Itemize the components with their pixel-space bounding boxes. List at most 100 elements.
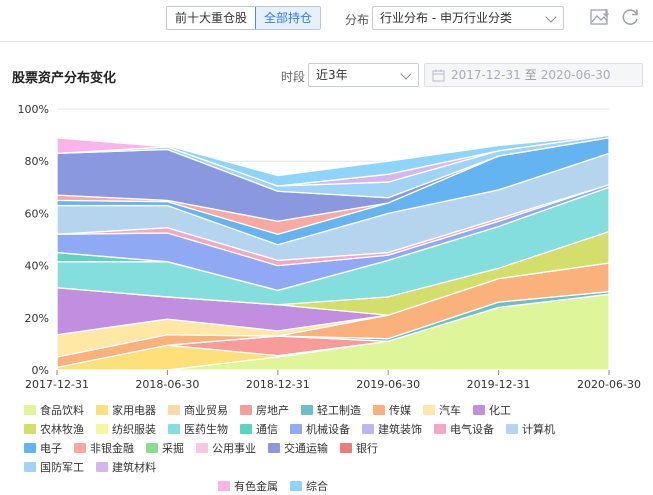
x-tick-label: 2020-06-30 <box>577 378 641 391</box>
legend-item[interactable]: 化工 <box>473 402 511 418</box>
legend-label: 建筑材料 <box>112 460 156 474</box>
legend-label: 轻工制造 <box>317 403 361 417</box>
x-tick-label: 2018-12-31 <box>246 378 310 391</box>
legend-swatch <box>290 423 302 434</box>
legend-item[interactable]: 交通运输 <box>268 440 328 456</box>
legend-label: 化工 <box>489 403 511 417</box>
legend-swatch <box>24 461 36 472</box>
date-start: 2017-12-31 <box>451 68 521 82</box>
legend-row: 农林牧渔 纺织服装 医药生物 通信 机械设备 建筑装饰 电气设备 计算机 <box>24 419 649 438</box>
legend-swatch <box>290 480 302 491</box>
legend-swatch <box>96 404 108 415</box>
period-label: 时段 <box>281 70 306 84</box>
legend-swatch <box>168 404 180 415</box>
legend-item[interactable]: 采掘 <box>146 440 184 456</box>
x-tick-label: 2019-12-31 <box>467 378 531 391</box>
legend-row: 电子 非银金融 采掘 公用事业 交通运输 银行 <box>24 438 649 457</box>
legend-swatch <box>196 442 208 453</box>
legend-swatch <box>96 461 108 472</box>
y-tick-label: 100% <box>18 103 49 116</box>
legend-item[interactable]: 汽车 <box>423 402 461 418</box>
period-select[interactable]: 近3年 <box>308 63 419 87</box>
legend-label: 建筑装饰 <box>378 422 422 436</box>
period-select-value: 近3年 <box>316 68 348 82</box>
legend-item[interactable]: 建筑装饰 <box>362 421 422 437</box>
image-download-icon[interactable] <box>589 6 611 28</box>
legend-label: 医药生物 <box>184 422 228 436</box>
legend-item[interactable]: 纺织服装 <box>96 421 156 437</box>
legend-item[interactable]: 轻工制造 <box>301 402 361 418</box>
legend-swatch <box>24 423 36 434</box>
legend-item[interactable]: 传媒 <box>373 402 411 418</box>
top-toolbar: 前十大重仓股 全部持仓 分布 行业分布 - 申万行业分类 <box>0 0 653 42</box>
legend-item[interactable]: 综合 <box>290 478 328 494</box>
refresh-icon[interactable] <box>619 6 641 28</box>
legend-item[interactable]: 机械设备 <box>290 421 350 437</box>
chart-legend: 食品饮料 家用电器 商业贸易 房地产 轻工制造 传媒 汽车 化工农林牧渔 纺织服装 医药生物 通信 机… <box>24 400 649 495</box>
y-tick-label: 0% <box>32 364 49 377</box>
x-tick-label: 2017-12-31 <box>25 378 89 391</box>
legend-row: 食品饮料 家用电器 商业贸易 房地产 轻工制造 传媒 汽车 化工 <box>24 400 649 419</box>
legend-label: 汽车 <box>439 403 461 417</box>
legend-item[interactable]: 商业贸易 <box>168 402 228 418</box>
legend-item[interactable]: 银行 <box>340 440 378 456</box>
date-range-picker[interactable]: 2017-12-31 至 2020-06-30 <box>424 63 643 87</box>
legend-label: 交通运输 <box>284 441 328 455</box>
legend-item[interactable]: 电子 <box>24 440 62 456</box>
legend-swatch <box>96 423 108 434</box>
distribution-select[interactable]: 行业分布 - 申万行业分类 <box>372 6 564 30</box>
legend-label: 综合 <box>306 479 328 493</box>
legend-label: 电子 <box>40 441 62 455</box>
legend-swatch <box>301 404 313 415</box>
legend-swatch <box>146 442 158 453</box>
legend-row: 有色金属 综合 <box>24 476 649 495</box>
legend-label: 通信 <box>256 422 278 436</box>
legend-item[interactable]: 建筑材料 <box>96 459 156 475</box>
legend-label: 非银金融 <box>90 441 134 455</box>
legend-swatch <box>434 423 446 434</box>
legend-swatch <box>240 423 252 434</box>
legend-swatch <box>168 423 180 434</box>
legend-item[interactable]: 非银金融 <box>74 440 134 456</box>
holding-scope-toggle: 前十大重仓股 全部持仓 <box>166 6 322 30</box>
legend-swatch <box>24 404 36 415</box>
y-tick-label: 80% <box>25 155 49 168</box>
legend-item[interactable]: 国防军工 <box>24 459 84 475</box>
legend-swatch <box>362 423 374 434</box>
legend-swatch <box>268 442 280 453</box>
y-tick-label: 20% <box>25 312 49 325</box>
legend-label: 食品饮料 <box>40 403 84 417</box>
legend-label: 采掘 <box>162 441 184 455</box>
legend-label: 纺织服装 <box>112 422 156 436</box>
legend-item[interactable]: 计算机 <box>506 421 555 437</box>
legend-label: 农林牧渔 <box>40 422 84 436</box>
section-title: 股票资产分布变化 <box>12 71 117 86</box>
legend-item[interactable]: 公用事业 <box>196 440 256 456</box>
chevron-down-icon <box>400 68 412 80</box>
legend-label: 电气设备 <box>450 422 494 436</box>
legend-label: 家用电器 <box>112 403 156 417</box>
legend-label: 银行 <box>356 441 378 455</box>
legend-swatch <box>340 442 352 453</box>
legend-swatch <box>423 404 435 415</box>
legend-item[interactable]: 通信 <box>240 421 278 437</box>
distribution-label: 分布 <box>345 13 370 27</box>
legend-label: 房地产 <box>256 403 289 417</box>
legend-item[interactable]: 家用电器 <box>96 402 156 418</box>
legend-item[interactable]: 房地产 <box>240 402 289 418</box>
legend-label: 国防军工 <box>40 460 84 474</box>
legend-swatch <box>74 442 86 453</box>
legend-label: 商业贸易 <box>184 403 228 417</box>
legend-item[interactable]: 农林牧渔 <box>24 421 84 437</box>
legend-swatch <box>473 404 485 415</box>
legend-row: 国防军工 建筑材料 <box>24 457 649 476</box>
legend-item[interactable]: 医药生物 <box>168 421 228 437</box>
legend-swatch <box>240 404 252 415</box>
legend-item[interactable]: 食品饮料 <box>24 402 84 418</box>
legend-label: 传媒 <box>389 403 411 417</box>
top10-holdings-tab[interactable]: 前十大重仓股 <box>167 7 256 29</box>
legend-item[interactable]: 电气设备 <box>434 421 494 437</box>
legend-item[interactable]: 有色金属 <box>218 478 278 494</box>
all-holdings-tab[interactable]: 全部持仓 <box>255 7 321 29</box>
y-tick-label: 60% <box>25 207 49 220</box>
